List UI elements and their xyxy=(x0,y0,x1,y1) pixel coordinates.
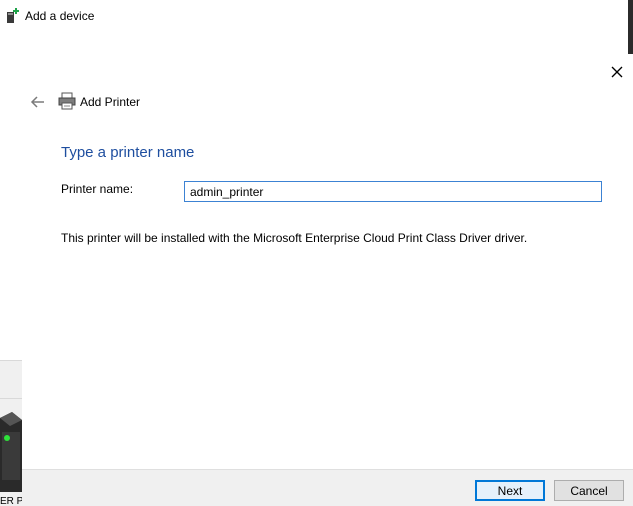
dialog-header-title: Add Printer xyxy=(80,95,141,109)
device-thumbnail-icon[interactable] xyxy=(0,410,22,492)
back-arrow-icon[interactable] xyxy=(30,94,46,110)
printer-name-input[interactable] xyxy=(184,181,602,202)
driver-info-text: This printer will be installed with the … xyxy=(61,231,528,245)
next-button[interactable]: Next xyxy=(475,480,545,501)
window-edge xyxy=(628,0,633,54)
device-thumbnail-caption: ER P... xyxy=(0,496,22,506)
dialog-footer: Next Cancel xyxy=(22,469,633,506)
background-divider xyxy=(0,398,22,399)
close-icon[interactable] xyxy=(609,64,625,80)
add-printer-dialog: Add Printer Type a printer name Printer … xyxy=(22,54,633,506)
background-window-titlebar: Add a device xyxy=(0,0,628,32)
printer-name-label: Printer name: xyxy=(61,182,134,196)
printer-icon xyxy=(58,92,76,110)
cancel-button[interactable]: Cancel xyxy=(554,480,624,501)
page-title: Type a printer name xyxy=(61,144,195,161)
screen: Add a device ER P... Add Printer Type a … xyxy=(0,0,633,506)
background-window-title: Add a device xyxy=(25,9,95,23)
add-device-icon xyxy=(7,8,19,23)
